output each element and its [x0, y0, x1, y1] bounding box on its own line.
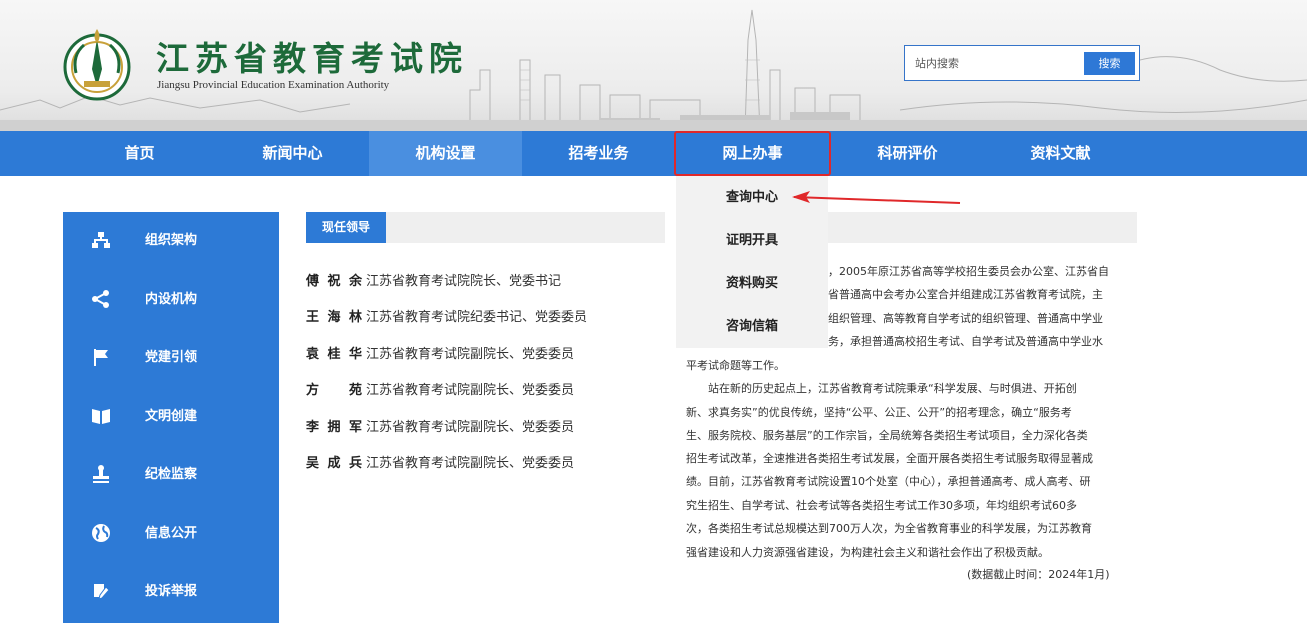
main-nav: 首页 新闻中心 机构设置 招考业务 网上办事 科研评价 资料文献 [0, 131, 1307, 176]
site-header: 江苏省教育考试院 Jiangsu Provincial Education Ex… [0, 0, 1307, 131]
logo-title-cn[interactable]: 江苏省教育考试院 [156, 40, 468, 78]
search-box: 搜索 [904, 45, 1140, 81]
sidebar-item-discipline[interactable]: 纪检监察 [63, 446, 279, 504]
globe-icon [92, 524, 110, 542]
search-input[interactable] [915, 53, 1075, 73]
leader-title: 江苏省教育考试院副院长、党委委员 [366, 383, 575, 398]
sidebar-item-civilization[interactable]: 文明创建 [63, 388, 279, 446]
leaders-section-header: 现任领导 [306, 212, 665, 243]
leader-name: 袁桂华 [306, 347, 364, 362]
leader-row: 李拥军 江苏省教育考试院副院长、党委委员 [306, 416, 574, 436]
sidebar-item-departments[interactable]: 内设机构 [63, 271, 279, 329]
org-chart-icon [92, 232, 110, 248]
sidebar-item-label: 内设机构 [145, 292, 198, 307]
nav-item-online-services[interactable]: 网上办事 [674, 131, 831, 176]
leaders-section-title[interactable]: 现任领导 [306, 212, 386, 243]
leader-name: 王海林 [306, 310, 364, 325]
intro-line: 站在新的历史起点上，江苏省教育考试院秉承“科学发展、与时俱进、开拓创 [708, 382, 1077, 395]
leader-row: 王海林 江苏省教育考试院纪委书记、党委委员 [306, 306, 587, 326]
share-nodes-icon [92, 290, 109, 308]
intro-line: 绩。目前，江苏省教育考试院设置10个处室（中心），承担普通高考、成人高考、研 [686, 475, 1091, 488]
sidebar: 组织架构 内设机构 党建引领 文明创建 纪检监察 信息公开 投诉举报 [63, 212, 279, 623]
leader-title: 江苏省教育考试院副院长、党委委员 [366, 420, 575, 435]
stamp-icon [93, 465, 109, 483]
leader-name: 傅祝余 [306, 274, 364, 289]
book-open-icon [92, 409, 110, 424]
intro-line: 次，各类招生考试总规模达到700万人次，为全省教育事业的科学发展，为江苏教育 [686, 522, 1092, 535]
leader-name: 吴成兵 [306, 456, 364, 471]
leader-title: 江苏省教育考试院副院长、党委委员 [366, 456, 575, 471]
intro-line: 招生考试改革，全速推进各类招生考试发展，全面开展各类招生考试服务取得显著成 [686, 452, 1093, 465]
sidebar-item-party-building[interactable]: 党建引领 [63, 329, 279, 387]
sidebar-item-complaints[interactable]: 投诉举报 [63, 563, 279, 621]
nav-item-admission[interactable]: 招考业务 [522, 131, 675, 176]
dropdown-item-consult-mailbox[interactable]: 咨询信箱 [676, 305, 828, 348]
leader-row: 袁桂华 江苏省教育考试院副院长、党委委员 [306, 343, 574, 363]
intro-line: 省普通高中会考办公室合并组建成江苏省教育考试院，主 [828, 288, 1103, 301]
data-cutoff-note: (数据截止时间：2024年1月) [967, 568, 1110, 581]
nav-item-home[interactable]: 首页 [63, 131, 216, 176]
leader-name: 方苑 [306, 383, 364, 398]
leader-row: 方苑 江苏省教育考试院副院长、党委委员 [306, 379, 574, 399]
annotation-arrow-icon [792, 191, 961, 204]
intro-line: ，2005年原江苏省高等学校招生委员会办公室、江苏省自 [828, 265, 1109, 278]
nav-item-documents[interactable]: 资料文献 [984, 131, 1137, 176]
nav-item-research[interactable]: 科研评价 [831, 131, 984, 176]
edit-icon [94, 584, 110, 600]
sidebar-item-info-disclosure[interactable]: 信息公开 [63, 505, 279, 563]
leader-row: 吴成兵 江苏省教育考试院副院长、党委委员 [306, 452, 574, 472]
leader-row: 傅祝余 江苏省教育考试院院长、党委书记 [306, 270, 561, 290]
intro-line: 务，承担普通高校招生考试、自学考试及普通高中学业水 [828, 335, 1103, 348]
leader-title: 江苏省教育考试院院长、党委书记 [366, 274, 562, 289]
logo-emblem-icon[interactable] [62, 25, 132, 103]
intro-line: 究生招生、自学考试、社会考试等各类招生考试工作30多项，年均组织考试60多 [686, 499, 1077, 512]
intro-line: 新、求真务实”的优良传统，坚持“公平、公正、公开”的招考理念，确立“服务考 [686, 406, 1072, 419]
search-button[interactable]: 搜索 [1084, 52, 1135, 75]
dropdown-item-certificate[interactable]: 证明开具 [676, 219, 828, 262]
dropdown-item-materials-purchase[interactable]: 资料购买 [676, 262, 828, 305]
sidebar-item-label: 组织架构 [145, 233, 198, 248]
intro-line: 强省建设和人力资源强省建设，为构建社会主义和谐社会作出了积极贡献。 [686, 546, 1049, 559]
sidebar-item-label: 纪检监察 [145, 467, 198, 482]
leader-title: 江苏省教育考试院副院长、党委委员 [366, 347, 575, 362]
nav-item-organization[interactable]: 机构设置 [369, 131, 522, 176]
sidebar-item-label: 党建引领 [145, 350, 198, 365]
sidebar-item-label: 文明创建 [145, 409, 198, 424]
leader-title: 江苏省教育考试院纪委书记、党委委员 [366, 310, 588, 325]
leader-name: 李拥军 [306, 420, 364, 435]
intro-line: 平考试命题等工作。 [686, 359, 785, 372]
intro-line: 生、服务院校、服务基层”的工作宗旨，全局统筹各类招生考试项目，全力深化各类 [686, 429, 1088, 442]
nav-item-news[interactable]: 新闻中心 [216, 131, 369, 176]
sidebar-item-label: 投诉举报 [145, 584, 198, 599]
sidebar-item-label: 信息公开 [145, 526, 198, 541]
intro-line: 组织管理、高等教育自学考试的组织管理、普通高中学业 [828, 312, 1103, 325]
logo-title-en[interactable]: Jiangsu Provincial Education Examination… [157, 79, 389, 91]
flag-icon [94, 349, 108, 366]
sidebar-item-org-structure[interactable]: 组织架构 [63, 212, 279, 270]
